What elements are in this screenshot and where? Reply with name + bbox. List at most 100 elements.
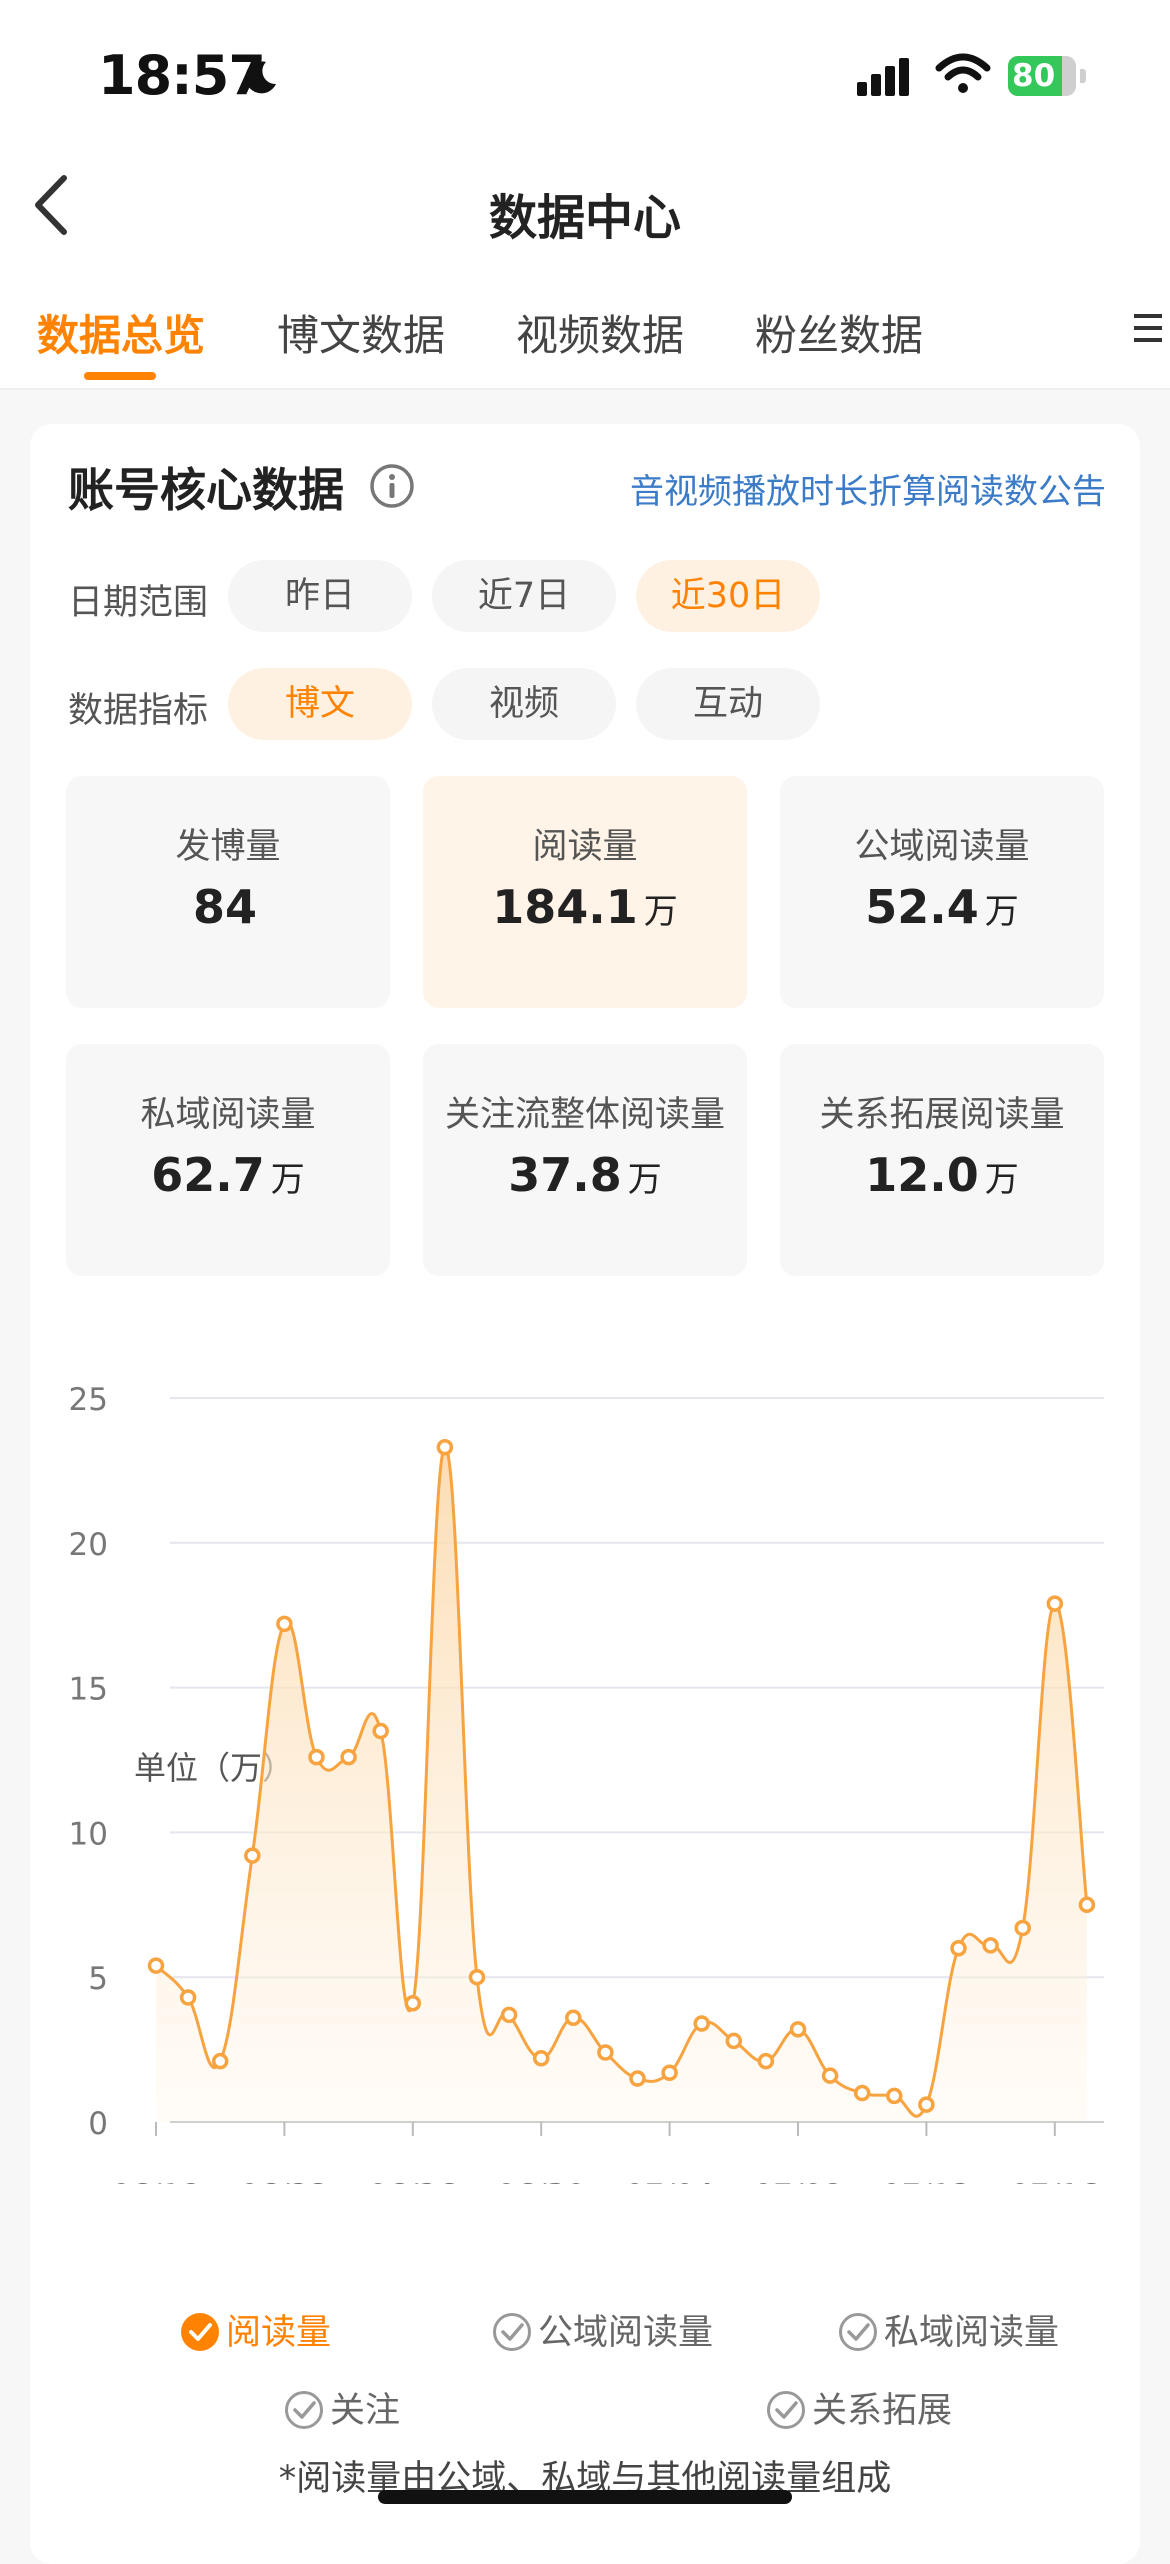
checkbox-checked-icon — [181, 2313, 219, 2351]
tab-post-data[interactable]: 博文数据 — [277, 302, 445, 363]
metric-value: 37.8 — [508, 1148, 622, 1202]
data-point — [436, 1438, 454, 1456]
metric-unit: 万 — [643, 892, 678, 932]
metric-post-count[interactable]: 发博量 84 — [66, 776, 390, 1008]
metric-public-reads[interactable]: 公域阅读量 52.4 万 — [780, 776, 1104, 1008]
data-point — [597, 2044, 614, 2061]
header-divider — [0, 388, 1170, 390]
checkbox-unchecked-icon — [839, 2313, 877, 2351]
date-option-30days[interactable]: 近30日 — [636, 560, 820, 632]
data-point — [308, 1748, 325, 1766]
date-option-yesterday[interactable]: 昨日 — [228, 560, 412, 632]
y-tick-label: 0 — [88, 2106, 108, 2142]
metric-option-post[interactable]: 博文 — [228, 668, 412, 740]
tab-fans-data[interactable]: 粉丝数据 — [755, 302, 923, 363]
metric-label: 关系拓展阅读量 — [819, 1095, 1065, 1135]
x-tick-label: 07/04 — [625, 2178, 714, 2184]
y-tick-label: 25 — [69, 1382, 108, 1418]
menu-icon[interactable] — [1130, 308, 1166, 348]
data-point — [276, 1615, 293, 1633]
metric-follow-feed-reads[interactable]: 关注流整体阅读量 37.8 万 — [423, 1044, 747, 1276]
core-data-card: 账号核心数据 音视频播放时长折算阅读数公告 日期范围 昨日 近7日 近30日 数… — [30, 424, 1140, 2564]
legend-label: 关注 — [330, 2391, 401, 2431]
data-point — [468, 1968, 486, 1986]
data-point — [886, 2087, 903, 2105]
x-tick-label: 06/26 — [368, 2178, 457, 2184]
metric-unit: 万 — [270, 1160, 305, 1200]
metric-value: 62.7 — [151, 1148, 265, 1202]
data-point — [404, 1995, 422, 2012]
data-point — [244, 1847, 261, 1864]
data-point — [950, 1939, 967, 1957]
battery-level: 80 — [1012, 58, 1056, 94]
metric-reads[interactable]: 阅读量 184.1 万 — [423, 776, 747, 1008]
checkbox-unchecked-icon — [493, 2313, 531, 2351]
date-option-7days[interactable]: 近7日 — [432, 560, 616, 632]
legend-label: 公域阅读量 — [538, 2313, 714, 2353]
x-tick-label: 06/30 — [497, 2178, 586, 2184]
legend-item-reads[interactable]: 阅读量 — [180, 2304, 331, 2355]
data-point — [757, 2052, 775, 2070]
metric-option-video[interactable]: 视频 — [432, 668, 616, 740]
data-point — [661, 2064, 678, 2082]
wifi-icon — [935, 53, 991, 93]
tab-bar: 数据总览 博文数据 视频数据 粉丝数据 — [0, 290, 1170, 390]
data-point — [725, 2032, 743, 2050]
x-tick-label: 07/08 — [753, 2178, 842, 2184]
notice-link[interactable]: 音视频播放时长折算阅读数公告 — [630, 464, 1106, 513]
legend-item-public-reads[interactable]: 公域阅读量 — [492, 2304, 713, 2355]
section-title: 账号核心数据 — [68, 463, 344, 517]
reads-line-chart[interactable]: 单位（万） 0510152025 06/1806/2206/2606/3007/… — [30, 1304, 1140, 2184]
x-tick-label: 06/18 — [111, 2178, 200, 2184]
tab-overview[interactable]: 数据总览 — [37, 302, 205, 363]
y-tick-label: 5 — [88, 1961, 108, 1997]
tab-active-indicator — [84, 372, 156, 380]
metric-unit: 万 — [627, 1160, 662, 1200]
battery-indicator: 80 — [1008, 56, 1088, 96]
metric-type-label: 数据指标 — [68, 691, 209, 731]
y-tick-label: 15 — [69, 1672, 108, 1708]
data-point — [211, 2052, 229, 2070]
data-point — [982, 1937, 999, 1954]
info-icon[interactable] — [368, 462, 416, 510]
data-point — [565, 2009, 582, 2026]
metric-unit: 万 — [984, 1160, 1019, 1200]
x-tick-label: 06/22 — [240, 2178, 329, 2184]
metric-value: 52.4 — [865, 880, 979, 934]
data-point — [147, 1957, 165, 1974]
data-point — [500, 2006, 518, 2024]
legend-item-follow[interactable]: 关注 — [284, 2382, 400, 2433]
metric-label: 公域阅读量 — [854, 827, 1030, 867]
metric-relation-reads[interactable]: 关系拓展阅读量 12.0 万 — [780, 1044, 1104, 1276]
checkbox-unchecked-icon — [285, 2391, 323, 2429]
x-tick-label: 07/16 — [1010, 2178, 1099, 2184]
moon-icon — [245, 61, 276, 94]
status-bar: 18:57 80 — [0, 0, 1170, 150]
data-point — [1014, 1919, 1031, 1937]
data-point — [532, 2050, 550, 2067]
home-indicator — [378, 2490, 792, 2504]
cellular-signal-icon — [857, 58, 909, 96]
data-point — [629, 2070, 646, 2087]
metric-private-reads[interactable]: 私域阅读量 62.7 万 — [66, 1044, 390, 1276]
metric-option-interaction[interactable]: 互动 — [636, 668, 820, 740]
data-point — [340, 1748, 357, 1766]
metric-unit: 万 — [984, 892, 1019, 932]
data-point — [372, 1722, 389, 1740]
legend-label: 阅读量 — [226, 2313, 332, 2353]
data-point — [1046, 1595, 1064, 1612]
y-tick-label: 10 — [69, 1816, 108, 1852]
metric-value: 12.0 — [865, 1148, 979, 1202]
legend-item-private-reads[interactable]: 私域阅读量 — [838, 2304, 1059, 2355]
data-point — [789, 2021, 807, 2038]
metric-value: 84 — [192, 880, 257, 934]
legend-item-relation[interactable]: 关系拓展 — [766, 2382, 952, 2433]
y-tick-label: 20 — [69, 1527, 108, 1563]
data-point — [821, 2067, 839, 2084]
page-title: 数据中心 — [488, 190, 681, 246]
metric-label: 发博量 — [175, 827, 281, 867]
data-point — [1078, 1896, 1096, 1914]
tab-video-data[interactable]: 视频数据 — [516, 302, 684, 363]
data-point — [179, 1989, 197, 2006]
data-point — [853, 2084, 871, 2102]
